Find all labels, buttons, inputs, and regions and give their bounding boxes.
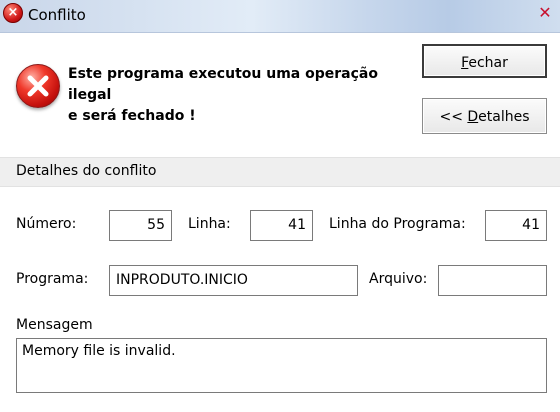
detalhes-label-pre: <<: [439, 109, 468, 125]
details-section-header: Detalhes do conflito: [0, 157, 560, 187]
fechar-label-post: echar: [468, 55, 508, 71]
detalhes-label-mnemonic: D: [467, 109, 479, 125]
fechar-button[interactable]: Fechar: [422, 44, 547, 78]
programa-label: Programa:: [16, 271, 89, 287]
linha-programa-label: Linha do Programa:: [329, 216, 466, 232]
programa-field[interactable]: INPRODUTO.INICIO: [109, 265, 358, 296]
details-section-title: Detalhes do conflito: [16, 163, 157, 179]
error-icon: [16, 64, 60, 108]
numero-field[interactable]: 55: [109, 210, 172, 241]
error-icon-glyph: ×: [7, 5, 19, 20]
mensagem-textarea[interactable]: Memory file is invalid.: [16, 338, 547, 393]
arquivo-label: Arquivo:: [369, 271, 428, 287]
detalhes-button[interactable]: << Detalhes: [422, 98, 547, 134]
linha-programa-field[interactable]: 41: [485, 210, 547, 241]
error-icon: ×: [3, 3, 23, 23]
window-title: Conflito: [28, 6, 86, 24]
linha-label: Linha:: [188, 216, 231, 232]
numero-label: Número:: [16, 216, 77, 232]
linha-field[interactable]: 41: [250, 210, 313, 241]
close-button[interactable]: ✕: [534, 3, 556, 23]
title-bar: × Conflito ✕: [0, 0, 560, 33]
error-message-line-1: Este programa executou uma operação ileg…: [68, 66, 378, 103]
arquivo-field[interactable]: [438, 265, 547, 296]
error-message-line-2: e será fechado !: [68, 108, 196, 124]
error-message: Este programa executou uma operação ileg…: [68, 64, 408, 127]
mensagem-label: Mensagem: [16, 317, 93, 333]
detalhes-label-post: etalhes: [478, 109, 530, 125]
